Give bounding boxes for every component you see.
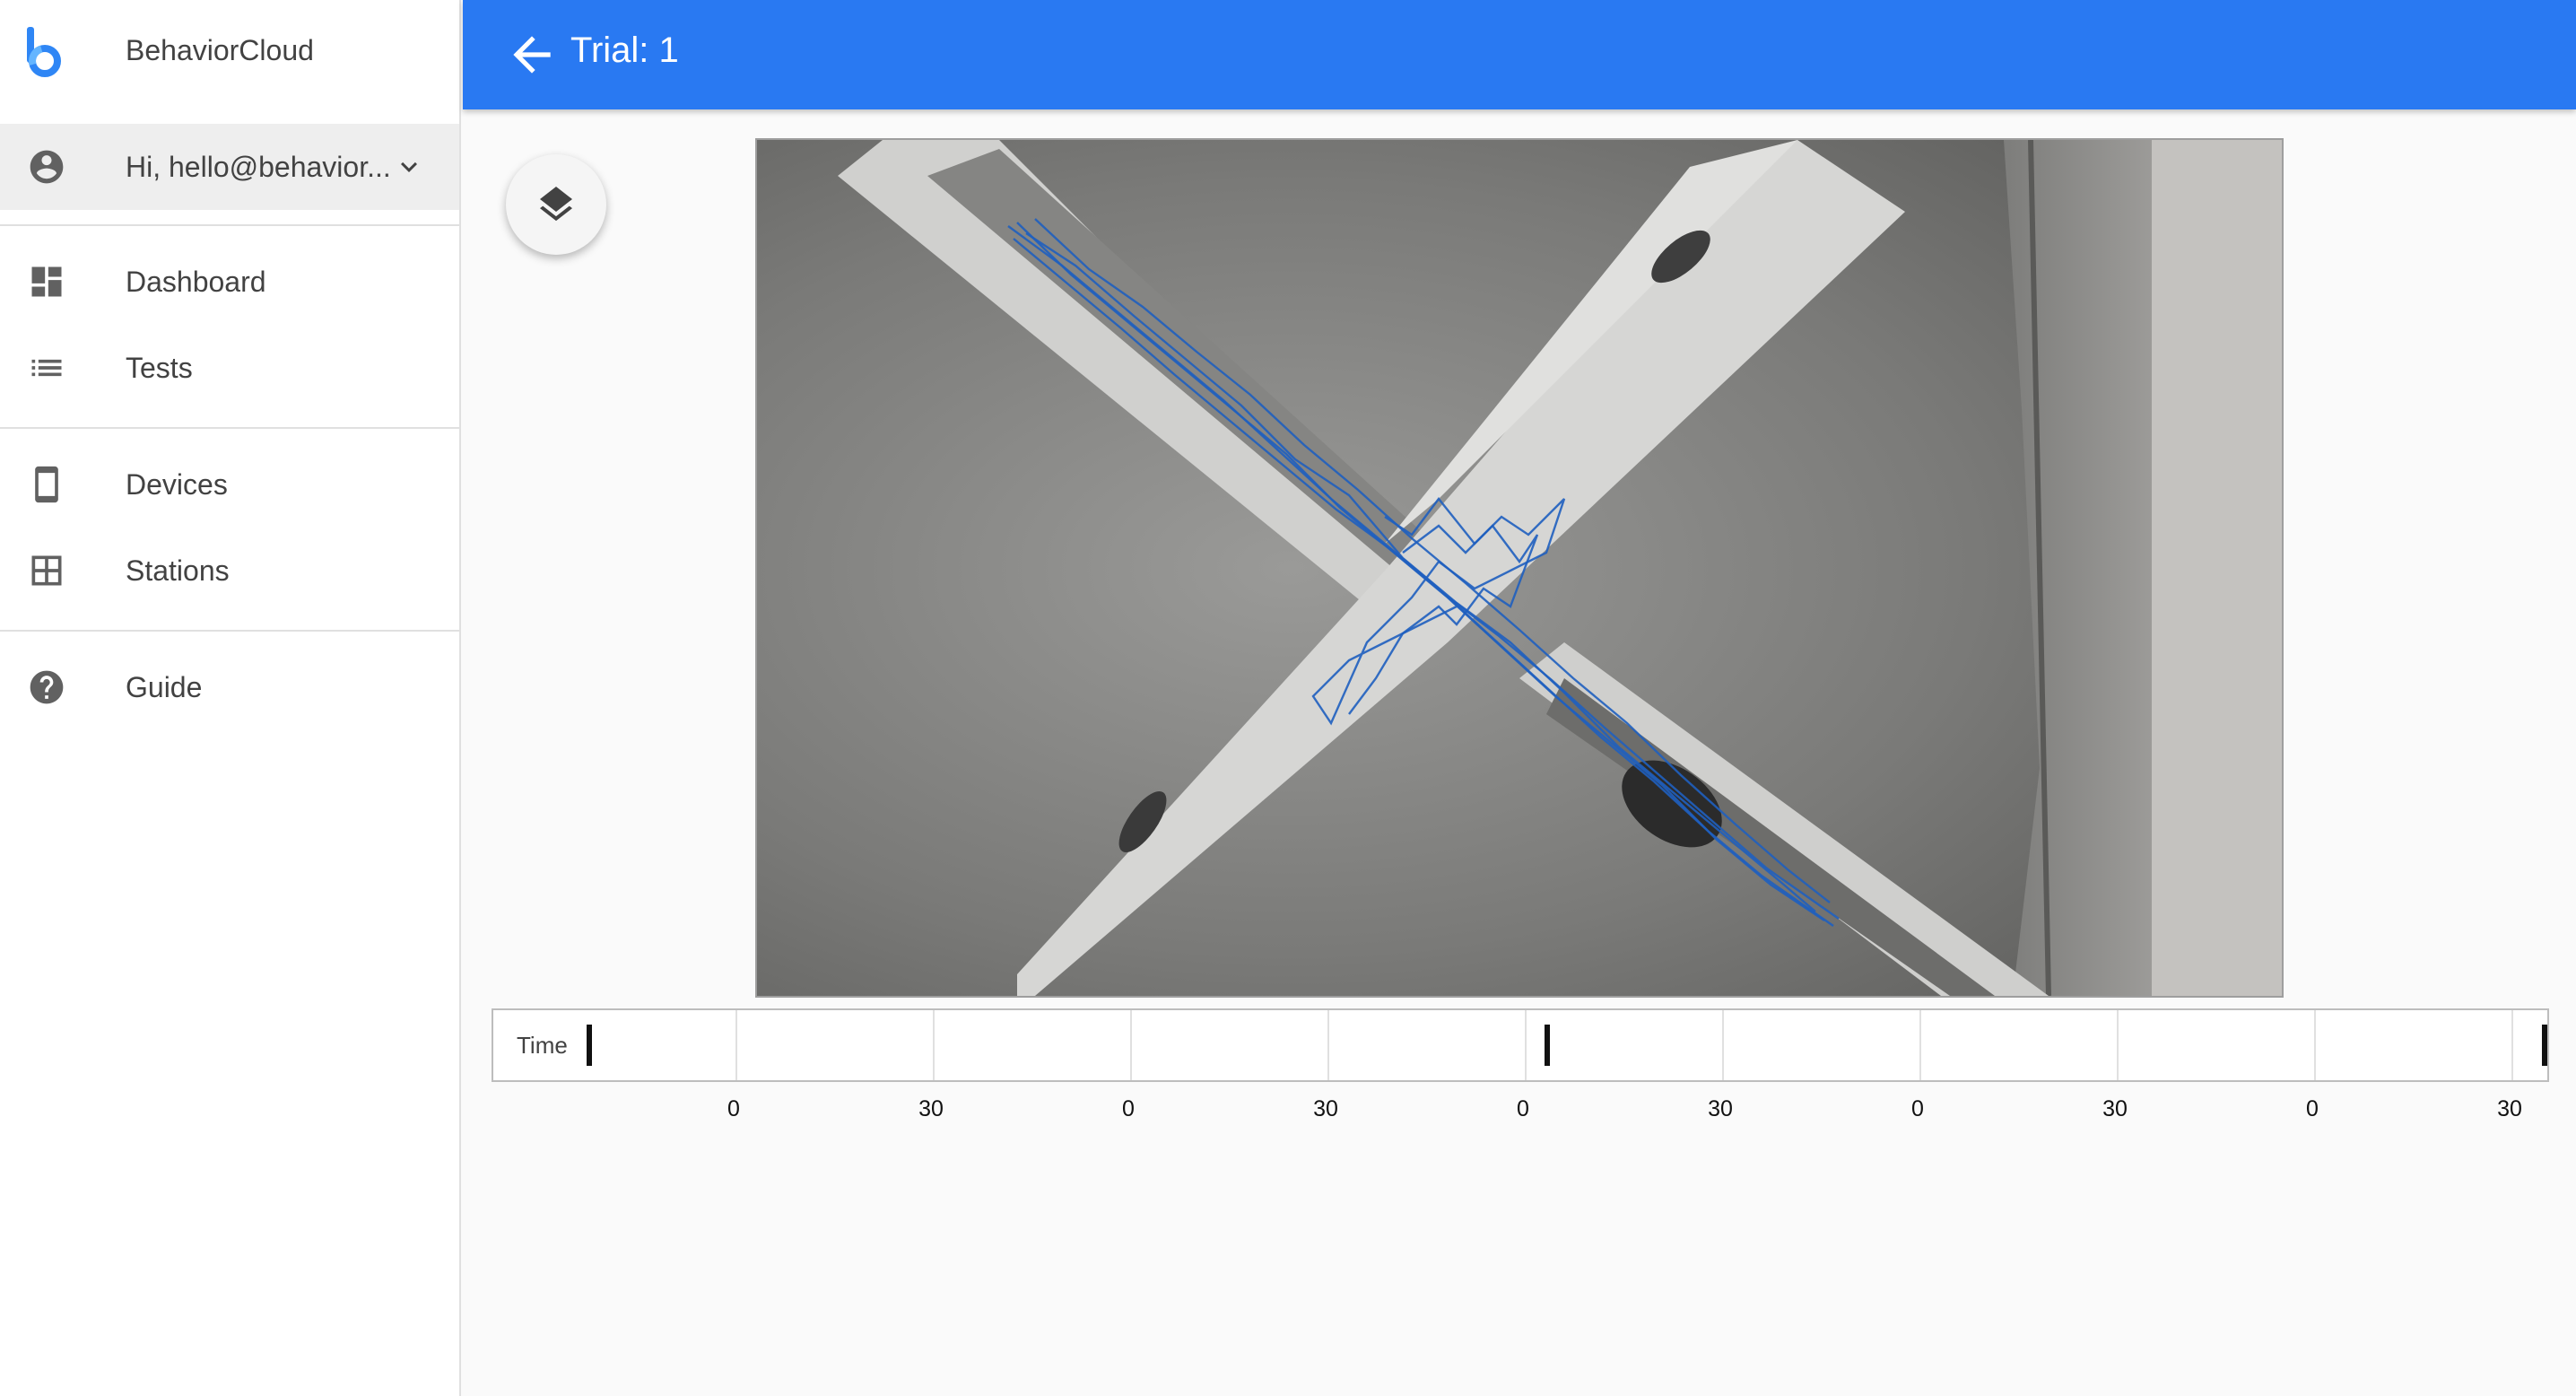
sidebar-item-guide[interactable]: Guide xyxy=(0,648,459,729)
tick-label: 30 xyxy=(2497,1096,2522,1121)
layers-button[interactable] xyxy=(506,154,606,255)
tick-line xyxy=(2511,1010,2513,1080)
divider xyxy=(0,427,459,429)
account-circle-icon xyxy=(30,150,64,184)
tick-label: 0 xyxy=(1911,1096,1924,1121)
timeline-label: Time xyxy=(517,1032,568,1059)
tick-label: 30 xyxy=(1313,1096,1338,1121)
tick-label: 30 xyxy=(918,1096,944,1121)
tick-line xyxy=(933,1010,935,1080)
tick-line xyxy=(2314,1010,2316,1080)
sidebar-item-devices[interactable]: Devices xyxy=(0,445,459,526)
tick-label: 0 xyxy=(727,1096,740,1121)
divider xyxy=(0,224,459,226)
timeline[interactable]: Time xyxy=(492,1008,2549,1082)
divider xyxy=(0,630,459,632)
sidebar-item-label: Stations xyxy=(126,554,230,587)
help-circle-icon xyxy=(30,670,64,704)
tick-line xyxy=(1327,1010,1329,1080)
tick-line xyxy=(735,1010,737,1080)
tick-line xyxy=(1722,1010,1724,1080)
arena-image xyxy=(757,140,2282,996)
grid-icon xyxy=(31,555,62,586)
tick-line xyxy=(1525,1010,1527,1080)
user-menu[interactable]: Hi, hello@behavior... xyxy=(0,124,459,210)
playhead-marker[interactable] xyxy=(1545,1025,1551,1066)
layers-icon xyxy=(540,187,572,222)
page-title: Trial: 1 xyxy=(570,31,679,70)
tick-line xyxy=(1919,1010,1921,1080)
behaviorcloud-logo-icon xyxy=(27,27,61,77)
tick-line xyxy=(2117,1010,2119,1080)
arrow-back-icon[interactable] xyxy=(504,27,560,83)
tick-label: 30 xyxy=(1708,1096,1733,1121)
app-bar: Trial: 1 xyxy=(463,0,2576,109)
sidebar-item-label: Devices xyxy=(126,468,228,501)
video-frame[interactable] xyxy=(755,138,2284,998)
app-name: BehaviorCloud xyxy=(126,34,314,66)
sidebar-item-tests[interactable]: Tests xyxy=(0,328,459,409)
brand[interactable]: BehaviorCloud xyxy=(0,0,459,104)
tick-label: 0 xyxy=(1122,1096,1135,1121)
smartphone-icon xyxy=(35,466,58,503)
chevron-down-icon[interactable] xyxy=(393,151,425,183)
sidebar-item-label: Guide xyxy=(126,671,203,703)
list-icon xyxy=(31,359,62,377)
sidebar-item-label: Tests xyxy=(126,352,193,384)
tick-label: 0 xyxy=(1517,1096,1529,1121)
trial-start-marker[interactable] xyxy=(587,1025,592,1066)
tick-line xyxy=(1130,1010,1132,1080)
sidebar: BehaviorCloud Hi, hello@behavior... Dash… xyxy=(0,0,461,1396)
dashboard-icon xyxy=(31,266,62,297)
sidebar-item-label: Dashboard xyxy=(126,266,266,298)
user-greeting: Hi, hello@behavior... xyxy=(126,151,391,183)
sidebar-item-dashboard[interactable]: Dashboard xyxy=(0,242,459,323)
tick-label: 0 xyxy=(2306,1096,2319,1121)
sidebar-item-stations[interactable]: Stations xyxy=(0,531,459,612)
tick-label: 30 xyxy=(2102,1096,2128,1121)
trial-end-marker[interactable] xyxy=(2542,1025,2547,1066)
